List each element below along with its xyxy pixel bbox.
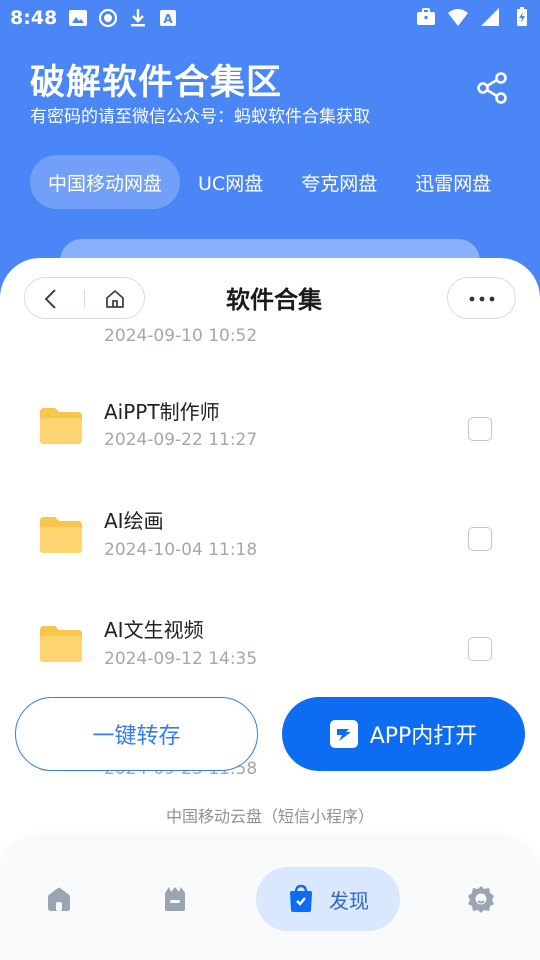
open-in-app-button[interactable]: APP内打开 — [282, 697, 525, 771]
tab-xunlei-drive[interactable]: 迅雷网盘 — [415, 155, 491, 209]
nav-item-discover[interactable]: 发现 — [256, 867, 400, 931]
nav-item-profile[interactable] — [456, 867, 506, 931]
image-icon — [69, 10, 87, 26]
folder-icon — [40, 517, 82, 553]
status-time: 8:48 — [10, 7, 58, 29]
page-title: 破解软件合集区 — [30, 63, 283, 103]
page-subtitle: 有密码的请至微信公众号：蚂蚁软件合集获取 — [30, 107, 370, 127]
svg-text:A: A — [163, 12, 173, 26]
shopping-bag-icon — [290, 884, 312, 912]
file-date: 2024-09-12 14:35 — [104, 649, 258, 669]
share-icon[interactable] — [474, 70, 510, 106]
drive-tabs: 中国移动网盘 UC网盘 夸克网盘 迅雷网盘 — [30, 155, 491, 209]
file-name: AI文生视频 — [104, 618, 204, 642]
list-item[interactable]: AI绘画 2024-10-04 11:18 — [0, 478, 540, 588]
folder-icon — [40, 408, 82, 444]
file-name: AI绘画 — [104, 509, 164, 533]
select-checkbox[interactable] — [468, 417, 492, 441]
nav-item-toolbox[interactable] — [150, 867, 200, 931]
select-checkbox[interactable] — [468, 527, 492, 551]
bottom-nav: 发现 — [0, 840, 540, 960]
font-icon: A — [160, 10, 176, 26]
wifi-icon — [448, 9, 468, 26]
download-icon — [131, 9, 145, 27]
file-name: AiPPT制作师 — [104, 400, 220, 424]
tab-china-mobile-drive[interactable]: 中国移动网盘 — [30, 155, 181, 209]
select-checkbox[interactable] — [468, 637, 492, 661]
nav-item-home[interactable] — [34, 867, 84, 931]
save-to-drive-button[interactable]: 一键转存 — [15, 697, 258, 771]
file-date: 2024-09-10 10:52 — [104, 326, 258, 346]
briefcase-icon — [417, 8, 435, 25]
tab-uc-drive[interactable]: UC网盘 — [198, 155, 263, 209]
briefcase-icon — [165, 887, 185, 911]
file-date: 2024-10-04 11:18 — [104, 540, 258, 560]
record-icon — [98, 8, 118, 28]
settings-icon — [468, 886, 494, 913]
list-item[interactable]: AiPPT制作师 2024-09-22 11:27 — [0, 368, 540, 478]
save-button-label: 一键转存 — [92, 724, 181, 749]
nav-discover-label: 发现 — [329, 888, 369, 913]
battery-icon — [517, 7, 527, 26]
open-button-label: APP内打开 — [369, 724, 478, 749]
more-icon — [469, 296, 495, 302]
tab-quark-drive[interactable]: 夸克网盘 — [301, 155, 377, 209]
home-icon — [48, 887, 70, 911]
status-bar: 8:48 A — [0, 0, 540, 36]
signal-icon — [481, 8, 499, 26]
list-item[interactable]: 2024-09-10 10:52 — [0, 324, 540, 346]
source-footnote: 中国移动云盘（短信小程序） — [165, 807, 374, 826]
file-date: 2024-09-22 11:27 — [104, 430, 258, 450]
list-item[interactable]: AI文生视频 2024-09-12 14:35 — [0, 588, 540, 698]
folder-icon — [40, 626, 82, 662]
more-button[interactable] — [447, 277, 516, 319]
cloud-app-icon — [329, 720, 358, 748]
